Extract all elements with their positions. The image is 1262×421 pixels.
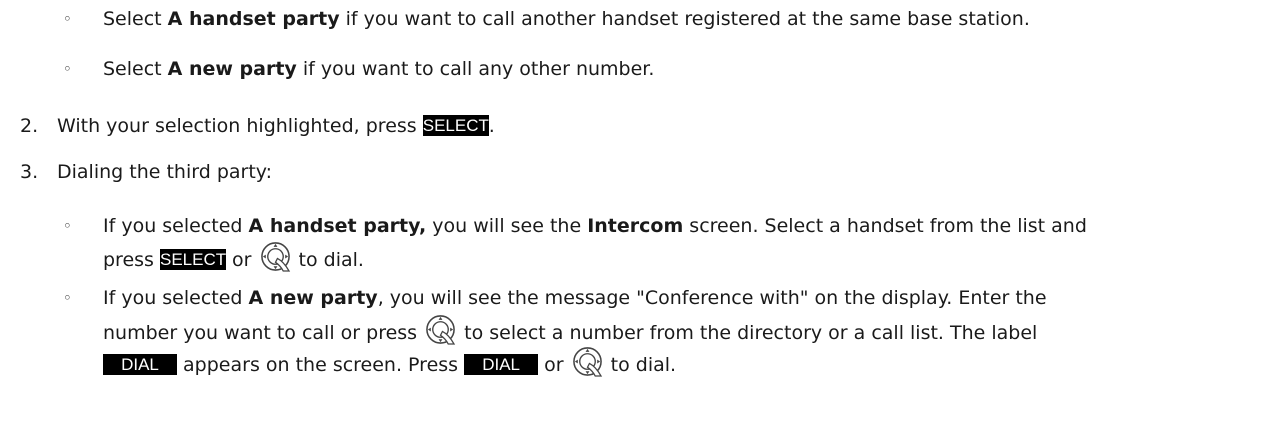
bold-term: A new party — [248, 287, 378, 309]
text: to dial. — [292, 249, 364, 271]
text: to select a number from the directory or… — [458, 322, 1038, 344]
step-3: Dialing the third party: — [57, 161, 273, 183]
navigation-key-icon — [426, 315, 456, 345]
list-item-handset-party: Select A handset party if you want to ca… — [103, 4, 1030, 34]
navigation-key-icon — [572, 347, 602, 377]
step-number: 2. — [20, 115, 39, 137]
text: number you want to call or press — [103, 322, 424, 344]
bullet-marker: ◦ — [63, 217, 72, 235]
text: With your selection highlighted, press — [57, 115, 423, 137]
bullet-marker: ◦ — [63, 10, 72, 28]
text: or — [225, 249, 258, 271]
text: to dial. — [604, 354, 677, 376]
list-item-new-party-result-line2: number you want to call or press to sele… — [103, 314, 1037, 348]
step-number: 3. — [20, 161, 39, 183]
text: If you selected — [103, 287, 249, 309]
step-2: With your selection highlighted, press S… — [57, 111, 495, 141]
text: Select — [103, 58, 168, 80]
bold-term: A handset party, — [248, 215, 427, 237]
bold-term: A new party — [167, 58, 297, 80]
list-item-new-party-result-line1: If you selected A new party, you will se… — [103, 283, 1047, 313]
dial-softkey: DIAL — [464, 354, 539, 375]
text: if you want to call another handset regi… — [339, 8, 1030, 30]
text: Select — [103, 8, 168, 30]
text: screen. Select a handset from the list a… — [683, 215, 1087, 237]
text: if you want to call any other number. — [296, 58, 655, 80]
list-item-handset-result-line1: If you selected A handset party, you wil… — [103, 211, 1087, 241]
text: you will see the — [426, 215, 588, 237]
navigation-key-icon — [260, 242, 290, 272]
instruction-page: ◦ Select A handset party if you want to … — [0, 0, 1262, 421]
text: If you selected — [103, 215, 249, 237]
select-softkey: SELECT — [159, 249, 227, 270]
text: or — [538, 354, 570, 376]
select-softkey: SELECT — [422, 115, 489, 136]
text: appears on the screen. Press — [177, 354, 465, 376]
text: . — [488, 115, 495, 137]
bullet-marker: ◦ — [63, 60, 72, 78]
text: , you will see the message "Conference w… — [377, 287, 1047, 309]
bullet-marker: ◦ — [63, 289, 72, 307]
list-item-new-party: Select A new party if you want to call a… — [103, 54, 654, 84]
list-item-handset-result-line2: press SELECT or to dial. — [103, 241, 364, 275]
text: press — [103, 249, 160, 271]
bold-term: A handset party — [167, 8, 340, 30]
bold-term: Intercom — [587, 215, 684, 237]
list-item-new-party-result-line3: DIAL appears on the screen. Press DIAL o… — [103, 346, 676, 380]
dial-softkey: DIAL — [103, 354, 177, 375]
